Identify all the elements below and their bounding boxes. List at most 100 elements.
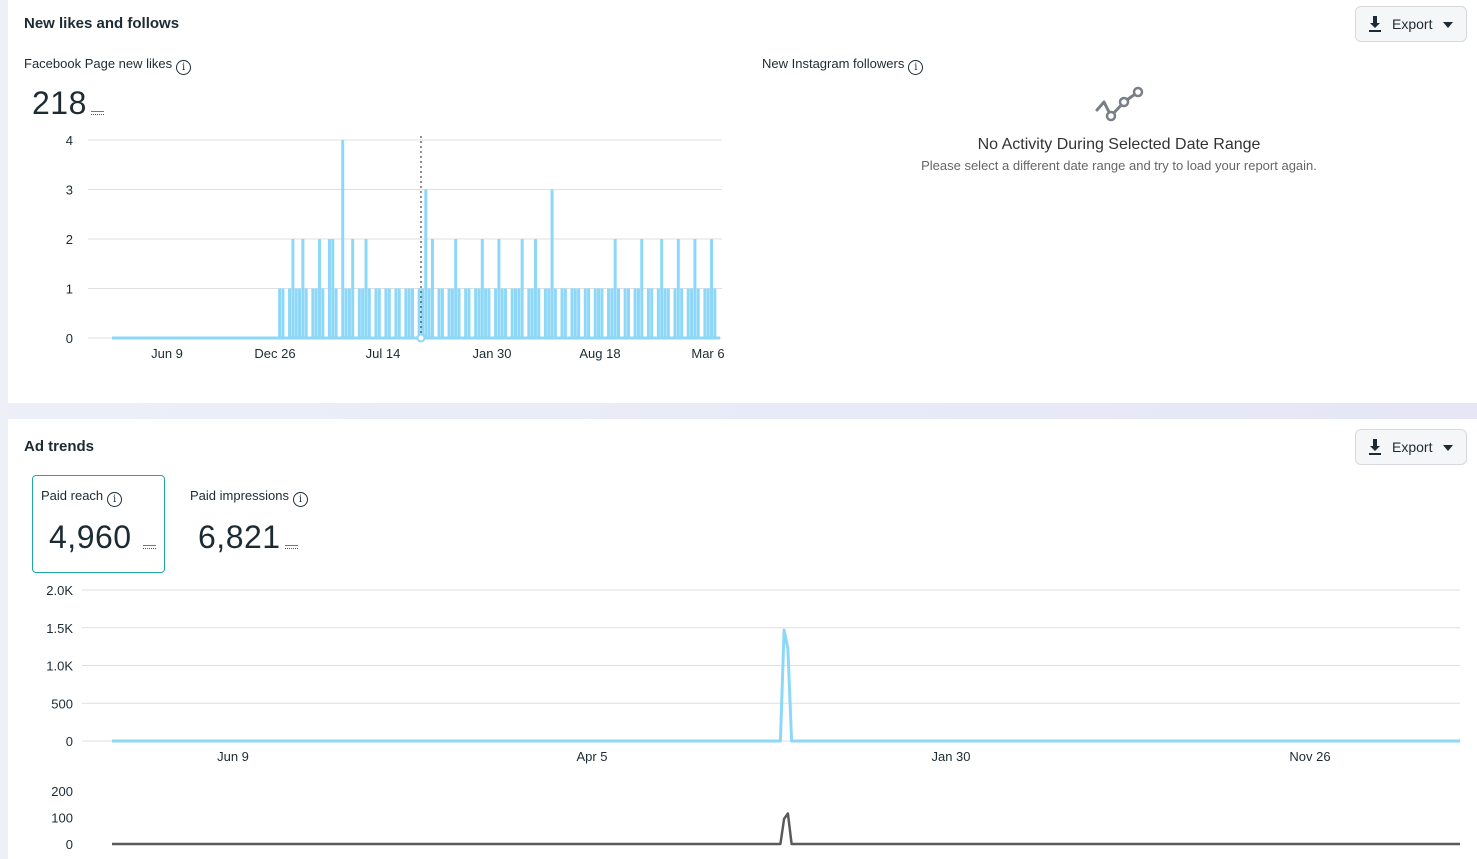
bar	[474, 288, 478, 338]
export-label: Export	[1392, 16, 1433, 32]
info-icon[interactable]: i	[293, 492, 308, 507]
bar	[673, 288, 677, 338]
download-icon	[1369, 439, 1381, 455]
y-tick-label: 2.0K	[46, 583, 73, 598]
bar	[424, 189, 428, 338]
bar	[347, 288, 351, 338]
x-tick-label: Jun 9	[151, 346, 183, 361]
bar	[663, 288, 667, 338]
bar	[351, 239, 355, 338]
x-tick-label: Jan 30	[472, 346, 511, 361]
y-tick-label: 0	[66, 734, 73, 749]
x-tick-label: Jun 9	[217, 749, 249, 764]
bar	[447, 288, 451, 338]
info-icon[interactable]: i	[107, 492, 123, 507]
bar	[560, 288, 564, 338]
bar	[487, 288, 491, 338]
bar	[613, 239, 617, 338]
bar	[411, 288, 415, 338]
paid-reach-label-text: Paid reach	[41, 488, 104, 503]
bar	[367, 288, 371, 338]
y-tick-label: 4	[66, 133, 73, 148]
bar	[550, 189, 554, 338]
bar	[527, 288, 531, 338]
x-tick-label: Nov 26	[1289, 749, 1330, 764]
bar	[331, 239, 335, 338]
bar	[477, 288, 481, 338]
bar	[633, 288, 637, 338]
section-divider	[8, 403, 1477, 419]
fb-likes-chart[interactable]: 0 1 2 3 4 Jun 9 Dec 26 Jul 14 Jan 30 Aug 18 Mar 6	[40, 128, 740, 368]
chevron-down-icon	[1443, 22, 1453, 28]
bar	[397, 288, 401, 338]
bar	[510, 288, 514, 338]
bar	[364, 239, 368, 338]
bar	[543, 288, 547, 338]
bar	[374, 288, 378, 338]
bar	[640, 239, 644, 338]
download-icon	[1369, 16, 1381, 32]
bar	[291, 239, 295, 338]
section-title-ads: Ad trends	[24, 438, 95, 455]
bar	[321, 288, 325, 338]
bar	[626, 288, 630, 338]
export-button-likes[interactable]: Export	[1355, 6, 1467, 42]
paid-reach-chart[interactable]: 0 500 1.0K 1.5K 2.0K Jun 9 Apr 5 Jan 30 Nov 26	[30, 580, 1470, 770]
comparison-indicator[interactable]	[285, 545, 298, 549]
bar	[484, 288, 488, 338]
bar	[650, 288, 654, 338]
bar	[334, 288, 338, 338]
bar	[457, 288, 461, 338]
x-tick-label: Dec 26	[254, 346, 295, 361]
fb-likes-total: 218	[32, 85, 87, 121]
bar	[680, 288, 684, 338]
paid-reach-value: 4,960	[49, 519, 132, 555]
comparison-indicator[interactable]	[143, 545, 156, 549]
trend-line-icon	[1095, 86, 1144, 122]
info-icon[interactable]: i	[176, 60, 192, 75]
bar	[676, 239, 680, 338]
y-tick-label: 500	[51, 696, 73, 711]
bar	[660, 239, 664, 338]
bar	[610, 288, 614, 338]
paid-impressions-series	[112, 812, 1460, 846]
paid-reach-label: Paid reach i	[41, 488, 123, 507]
bar	[636, 288, 640, 338]
bar	[294, 288, 298, 338]
bar	[377, 288, 381, 338]
bar	[696, 288, 700, 338]
bar	[387, 288, 391, 338]
bar	[577, 288, 581, 338]
x-tick-label: Apr 5	[576, 749, 607, 764]
export-button-ads[interactable]: Export	[1355, 429, 1467, 465]
paid-impressions-value: 6,821	[198, 519, 281, 555]
bar	[301, 239, 305, 338]
bar	[570, 288, 574, 338]
bar	[437, 288, 441, 338]
y-tick-label: 3	[66, 183, 73, 198]
bar	[646, 288, 650, 338]
bar	[341, 140, 345, 338]
bar	[710, 239, 714, 338]
bar	[427, 288, 431, 338]
bar	[504, 288, 508, 338]
paid-impressions-mini-chart[interactable]: 0 100 200	[30, 780, 1470, 859]
bar	[597, 288, 601, 338]
ig-followers-label-text: New Instagram followers	[762, 56, 905, 71]
bar	[311, 288, 315, 338]
bar	[467, 288, 471, 338]
info-icon[interactable]: i	[908, 60, 924, 75]
bar	[530, 288, 534, 338]
bar	[563, 288, 567, 338]
bar	[394, 288, 398, 338]
bar	[617, 288, 620, 338]
comparison-indicator[interactable]	[91, 111, 104, 115]
bar	[384, 288, 388, 338]
bar	[281, 288, 285, 338]
bar	[706, 288, 710, 338]
bar	[553, 288, 557, 338]
bar	[583, 288, 587, 338]
x-tick-label: Mar 6	[691, 346, 724, 361]
x-tick-label: Jul 14	[366, 346, 401, 361]
fb-likes-label: Facebook Page new likes i	[24, 56, 192, 75]
